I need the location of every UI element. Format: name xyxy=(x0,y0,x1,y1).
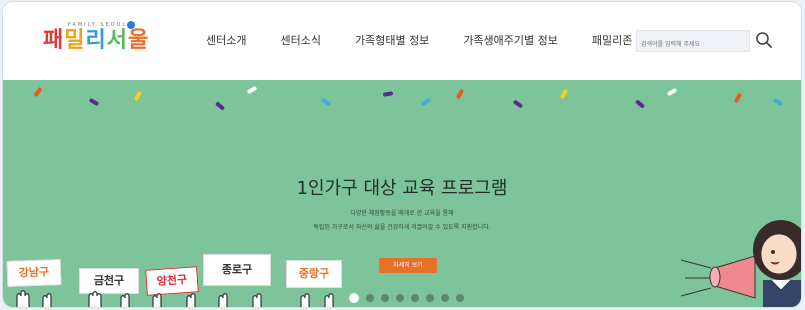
confetti-decoration xyxy=(320,97,332,107)
search-input[interactable] xyxy=(637,35,749,54)
confetti-decoration xyxy=(420,97,432,107)
slide-dot[interactable] xyxy=(366,294,374,302)
logo-dot-icon xyxy=(127,21,135,29)
search-box xyxy=(636,30,750,54)
site-logo[interactable]: FAMILY SEOUL 패밀리서울 xyxy=(43,21,153,62)
nav-item-center-intro[interactable]: 센터소개 xyxy=(206,32,246,48)
confetti-decoration xyxy=(772,97,784,107)
confetti-decoration xyxy=(382,91,394,97)
slide-dot[interactable] xyxy=(456,294,464,302)
slide-dot[interactable] xyxy=(349,293,359,303)
slide-dot[interactable] xyxy=(426,294,434,302)
confetti-decoration xyxy=(455,88,465,100)
confetti-decoration xyxy=(214,101,226,111)
slide-dot[interactable] xyxy=(411,294,419,302)
hero-banner: 1인가구 대상 교육 프로그램 다양한 체험활동을 매개로 한 교육을 통해 독… xyxy=(3,80,801,307)
slide-dot[interactable] xyxy=(381,294,389,302)
logo-letter: 패 xyxy=(43,28,65,53)
confetti-decoration xyxy=(246,85,258,95)
confetti-decoration xyxy=(33,86,43,98)
site-header: FAMILY SEOUL 패밀리서울 센터소개 센터소식 가족형태별 정보 가족… xyxy=(3,2,801,80)
logo-letter: 서 xyxy=(106,28,128,53)
slide-pagination xyxy=(349,293,471,303)
confetti-decoration xyxy=(559,88,569,100)
slide-dot[interactable] xyxy=(396,294,404,302)
nav-item-center-news[interactable]: 센터소식 xyxy=(280,32,320,48)
search-icon[interactable] xyxy=(755,31,773,49)
confetti-decoration xyxy=(634,99,646,109)
confetti-decoration xyxy=(133,90,143,102)
logo-letter: 밀 xyxy=(64,28,86,53)
logo-text: 패밀리서울 xyxy=(43,28,149,54)
hands-illustration xyxy=(16,290,334,307)
logo-letter: 리 xyxy=(85,28,107,53)
logo-letter: 울 xyxy=(128,28,150,53)
nav-item-family-type-info[interactable]: 가족형태별 정보 xyxy=(355,32,429,48)
nav-item-life-cycle-info[interactable]: 가족생애주기별 정보 xyxy=(463,32,558,48)
confetti-decoration xyxy=(512,99,524,109)
girl-megaphone-illustration xyxy=(680,220,801,307)
browser-frame: FAMILY SEOUL 패밀리서울 센터소개 센터소식 가족형태별 정보 가족… xyxy=(3,2,801,307)
nav-item-family-zone[interactable]: 패밀리존 xyxy=(592,32,632,48)
main-nav: 센터소개 센터소식 가족형태별 정보 가족생애주기별 정보 패밀리존 xyxy=(206,32,666,48)
confetti-decoration xyxy=(88,97,100,107)
slide-dot[interactable] xyxy=(441,294,449,302)
more-button[interactable]: 자세히 보기 xyxy=(379,258,437,273)
logo-letters: 패밀리서울 xyxy=(43,28,149,54)
confetti-decoration xyxy=(733,92,743,104)
confetti-decoration xyxy=(666,87,678,97)
